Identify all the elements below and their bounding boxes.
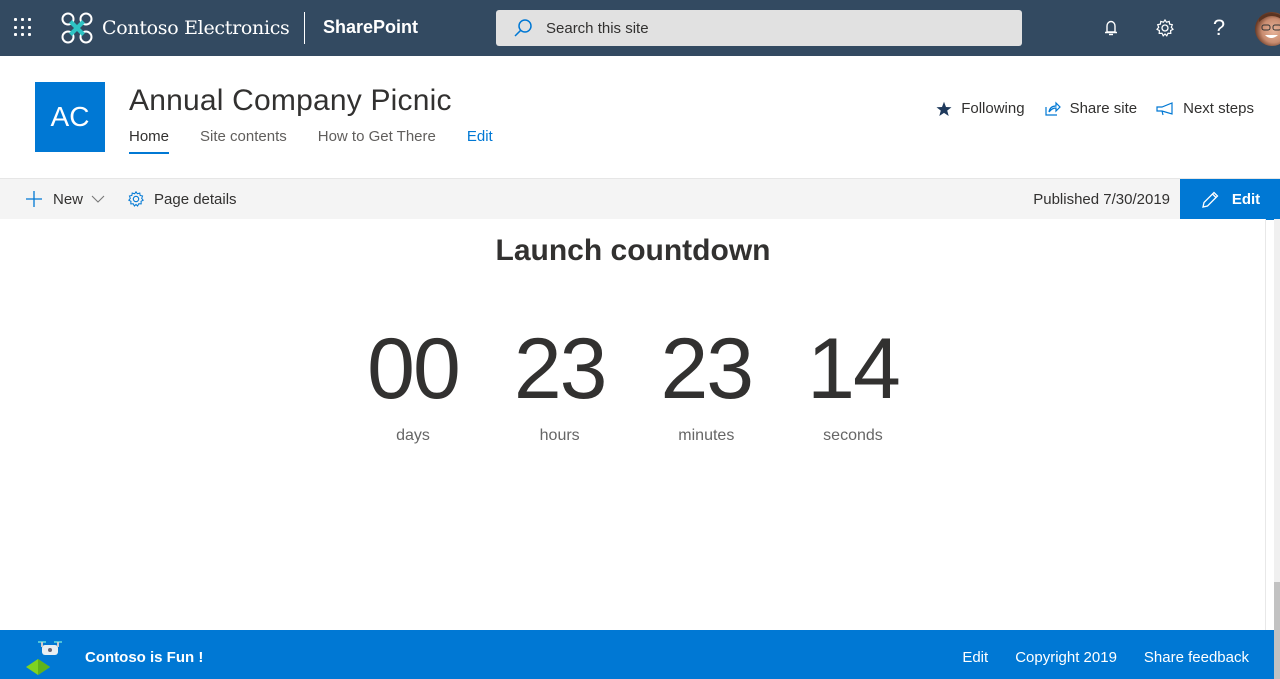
- search-icon: [514, 19, 532, 37]
- next-steps-button[interactable]: Next steps: [1156, 100, 1254, 117]
- countdown-title: Launch countdown: [495, 234, 771, 267]
- command-bar: New Page details Published 7/30/2019 Edi…: [0, 178, 1280, 220]
- settings-icon[interactable]: [1151, 14, 1179, 42]
- days-label: days: [396, 427, 430, 444]
- edit-page-button[interactable]: Edit: [1180, 179, 1280, 220]
- brand-name: Contoso Electronics: [102, 17, 290, 39]
- notifications-icon[interactable]: [1097, 14, 1125, 42]
- countdown-days: 00 days: [340, 319, 486, 445]
- page-details-label: Page details: [154, 190, 237, 208]
- countdown-hours: 23 hours: [487, 319, 633, 445]
- app-name[interactable]: SharePoint: [323, 17, 418, 38]
- footer-copyright: Copyright 2019: [1015, 649, 1117, 666]
- share-site-label: Share site: [1069, 100, 1138, 117]
- vertical-scrollbar[interactable]: [1274, 219, 1280, 679]
- minutes-value: 23: [660, 321, 754, 417]
- site-footer: Contoso is Fun ! Edit Copyright 2019 Sha…: [0, 630, 1274, 679]
- nav-edit-link[interactable]: Edit: [467, 128, 493, 154]
- help-icon[interactable]: ?: [1205, 14, 1233, 42]
- countdown-timer: 00 days 23 hours 23 minutes 14 seconds: [340, 319, 926, 445]
- nav-site-contents[interactable]: Site contents: [200, 128, 287, 154]
- user-avatar[interactable]: [1255, 12, 1280, 46]
- drone-field-logo-icon: [26, 641, 62, 675]
- site-title: Annual Company Picnic: [129, 84, 452, 117]
- days-value: 00: [367, 321, 461, 417]
- share-icon: [1044, 101, 1061, 117]
- brand-divider: [304, 12, 305, 44]
- suite-bar: Contoso Electronics SharePoint Search th…: [0, 0, 1280, 56]
- scrollbar-thumb[interactable]: [1274, 582, 1280, 679]
- footer-edit-link[interactable]: Edit: [962, 649, 988, 666]
- gear-icon: [128, 190, 144, 207]
- seconds-label: seconds: [823, 427, 883, 444]
- site-nav: Home Site contents How to Get There Edit: [129, 128, 524, 154]
- megaphone-icon: [1156, 101, 1174, 116]
- drone-logo-icon: [61, 12, 93, 44]
- footer-site-name: Contoso is Fun !: [85, 649, 204, 666]
- seconds-value: 14: [807, 321, 901, 417]
- hours-label: hours: [539, 427, 580, 444]
- footer-share-feedback-link[interactable]: Share feedback: [1144, 649, 1249, 666]
- page-details-button[interactable]: Page details: [127, 179, 237, 219]
- chevron-down-icon: [91, 195, 105, 203]
- footer-links: Edit Copyright 2019 Share feedback: [935, 649, 1249, 666]
- content-divider: [1265, 219, 1266, 630]
- search-input[interactable]: Search this site: [546, 20, 649, 37]
- brand[interactable]: Contoso Electronics: [60, 10, 290, 46]
- minutes-label: minutes: [678, 427, 735, 444]
- nav-home[interactable]: Home: [129, 128, 170, 154]
- edit-page-label: Edit: [1231, 191, 1261, 208]
- page-content: Launch countdown 00 days 23 hours 23 min…: [0, 219, 1266, 630]
- star-icon: [936, 101, 952, 117]
- new-label: New: [53, 190, 84, 208]
- new-button[interactable]: New: [25, 179, 105, 219]
- following-label: Following: [961, 100, 1025, 117]
- countdown-seconds: 14 seconds: [780, 319, 926, 445]
- nav-how-to-get-there[interactable]: How to Get There: [318, 128, 436, 154]
- header-actions: Following Share site Next steps: [917, 100, 1254, 117]
- hours-value: 23: [513, 321, 608, 417]
- site-logo[interactable]: AC: [35, 82, 105, 152]
- published-status: Published 7/30/2019: [1033, 191, 1170, 208]
- pencil-icon: [1201, 191, 1219, 208]
- next-steps-label: Next steps: [1183, 100, 1254, 117]
- countdown-minutes: 23 minutes: [633, 319, 779, 445]
- share-site-button[interactable]: Share site: [1044, 100, 1138, 117]
- site-header: AC Annual Company Picnic Home Site conte…: [0, 56, 1280, 178]
- app-launcher-icon[interactable]: [14, 18, 34, 38]
- plus-icon: [26, 191, 42, 207]
- search-box[interactable]: Search this site: [496, 10, 1022, 46]
- following-button[interactable]: Following: [936, 100, 1025, 117]
